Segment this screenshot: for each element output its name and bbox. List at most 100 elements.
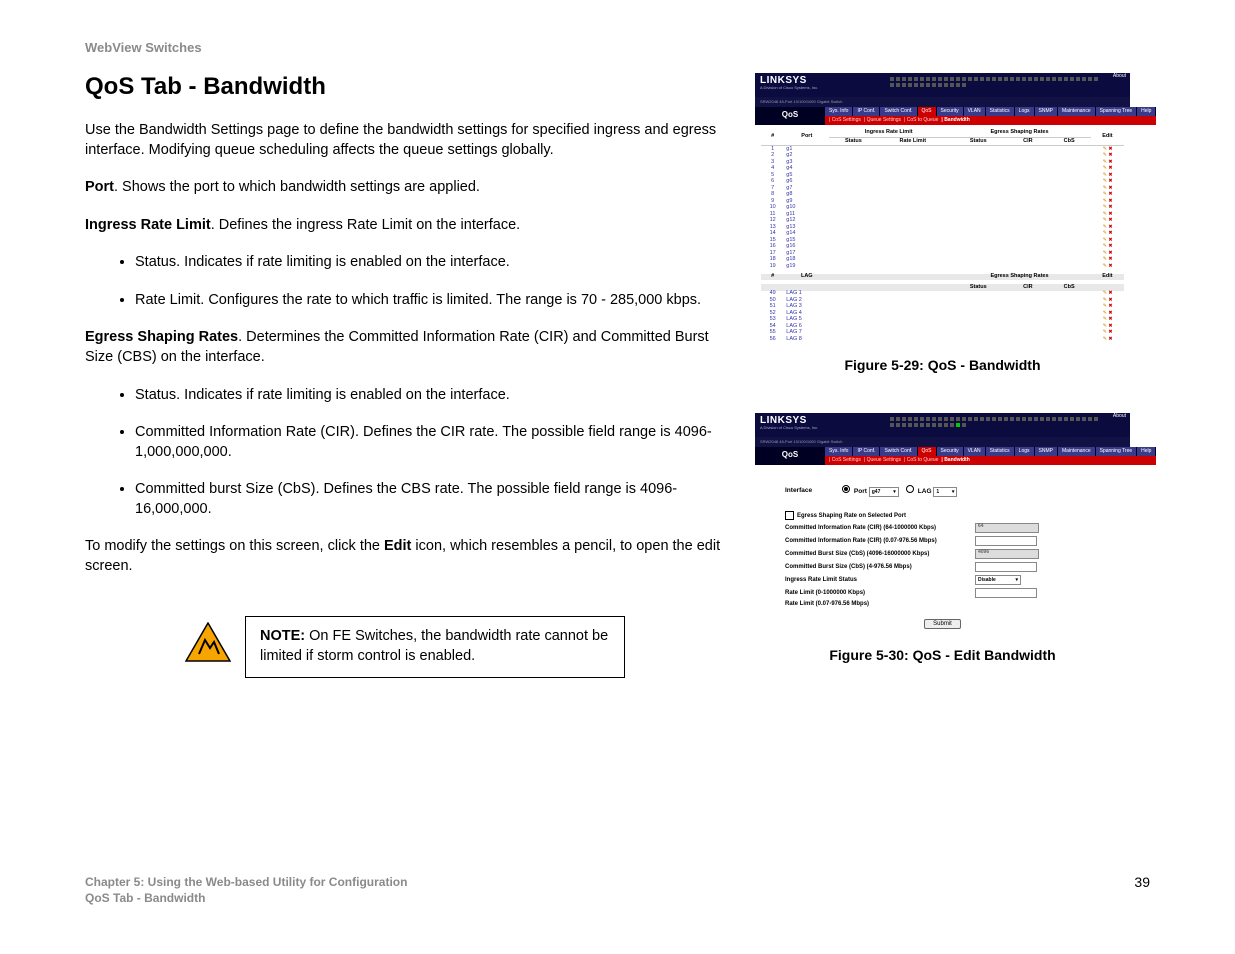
th-irl: Ingress Rate Limit: [829, 129, 948, 137]
delete-icon[interactable]: [1107, 230, 1112, 236]
figure-caption: Figure 5-30: QoS - Edit Bandwidth: [755, 647, 1130, 663]
main-tab[interactable]: Security: [937, 447, 964, 456]
sub-tab[interactable]: | Queue Settings: [864, 118, 901, 123]
main-tab[interactable]: Switch Conf.: [880, 107, 917, 116]
about-link[interactable]: About: [1113, 414, 1126, 419]
lag-radio[interactable]: [906, 485, 914, 493]
main-tab[interactable]: Statistics: [986, 447, 1015, 456]
sub-tab[interactable]: | Bandwidth: [941, 118, 969, 123]
sub-tab[interactable]: | Bandwidth: [941, 458, 969, 463]
main-tab[interactable]: Spanning Tree: [1096, 447, 1138, 456]
delete-icon[interactable]: [1107, 243, 1112, 249]
main-tab[interactable]: Statistics: [986, 107, 1015, 116]
delete-icon[interactable]: [1107, 152, 1112, 158]
th-port: Port: [784, 129, 829, 146]
delete-icon[interactable]: [1107, 217, 1112, 223]
port-label: Port: [85, 179, 114, 195]
main-tab[interactable]: Spanning Tree: [1096, 107, 1138, 116]
delete-icon[interactable]: [1107, 172, 1112, 178]
note-callout: NOTE: On FE Switches, the bandwidth rate…: [185, 616, 725, 677]
modify-pre: To modify the settings on this screen, c…: [85, 538, 384, 554]
main-tab[interactable]: Logs: [1015, 107, 1035, 116]
sub-tab[interactable]: | Queue Settings: [864, 458, 901, 463]
sub-tab[interactable]: | CoS Settings: [829, 118, 861, 123]
table-row: 19g19: [761, 263, 1124, 272]
interface-label: Interface: [785, 488, 812, 495]
main-tab[interactable]: Sys. Info: [825, 447, 853, 456]
main-tab[interactable]: Maintenance: [1058, 107, 1096, 116]
port-radio[interactable]: [842, 485, 850, 493]
modify-bold: Edit: [384, 538, 411, 554]
delete-icon[interactable]: [1107, 336, 1112, 342]
main-tab[interactable]: IP Conf.: [853, 107, 880, 116]
text-input[interactable]: [975, 536, 1037, 546]
delete-icon[interactable]: [1107, 237, 1112, 243]
main-tab[interactable]: Help: [1137, 107, 1156, 116]
main-tab[interactable]: VLAN: [964, 447, 986, 456]
main-tab[interactable]: SNMP: [1035, 107, 1058, 116]
delete-icon[interactable]: [1107, 329, 1112, 335]
ingress-paragraph: Ingress Rate Limit. Defines the ingress …: [85, 216, 725, 236]
text-input[interactable]: [975, 562, 1037, 572]
main-tab[interactable]: SNMP: [1035, 447, 1058, 456]
lag-radio-label: LAG: [918, 488, 932, 495]
sub-tab[interactable]: | CoS Settings: [829, 458, 861, 463]
main-tab[interactable]: QoS: [918, 447, 937, 456]
delete-icon[interactable]: [1107, 165, 1112, 171]
delete-icon[interactable]: [1107, 204, 1112, 210]
delete-icon[interactable]: [1107, 290, 1112, 296]
checkbox[interactable]: [785, 511, 794, 520]
main-tab[interactable]: Sys. Info: [825, 107, 853, 116]
list-item: Committed burst Size (CbS). Defines the …: [135, 480, 725, 519]
text-input-disabled: 64: [975, 523, 1039, 533]
delete-icon[interactable]: [1107, 185, 1112, 191]
delete-icon[interactable]: [1107, 310, 1112, 316]
main-tab[interactable]: Help: [1137, 447, 1156, 456]
lag-select[interactable]: 1: [933, 487, 957, 497]
port-select[interactable]: g47: [869, 487, 899, 497]
sub-tabs: | CoS Settings | Queue Settings | CoS to…: [825, 456, 1156, 465]
form-row: Committed Information Rate (CIR) (64-100…: [785, 523, 1100, 533]
text-input[interactable]: [975, 588, 1037, 598]
delete-icon[interactable]: [1107, 178, 1112, 184]
delete-icon[interactable]: [1107, 224, 1112, 230]
running-header: WebView Switches: [85, 40, 1150, 55]
delete-icon[interactable]: [1107, 263, 1112, 269]
main-tab[interactable]: Maintenance: [1058, 447, 1096, 456]
delete-icon[interactable]: [1107, 191, 1112, 197]
model-label: SRW2048 48-Port 10/100/1000 Gigabit Swit…: [755, 97, 1130, 107]
form-row: Rate Limit (0.07-976.56 Mbps): [785, 601, 1100, 607]
qos-section-label: QoS: [755, 107, 825, 125]
ingress-text: . Defines the ingress Rate Limit on the …: [211, 217, 521, 233]
sub-tab[interactable]: | CoS to Queue: [904, 458, 938, 463]
main-tab[interactable]: IP Conf.: [853, 447, 880, 456]
egress-paragraph: Egress Shaping Rates. Determines the Com…: [85, 328, 725, 367]
main-tab[interactable]: Security: [937, 107, 964, 116]
main-tab[interactable]: QoS: [918, 107, 937, 116]
delete-icon[interactable]: [1107, 316, 1112, 322]
main-tab[interactable]: Switch Conf.: [880, 447, 917, 456]
main-tab[interactable]: Logs: [1015, 447, 1035, 456]
delete-icon[interactable]: [1107, 211, 1112, 217]
delete-icon[interactable]: [1107, 297, 1112, 303]
figure-5-30: About LINKSYS A Division of Cisco System…: [755, 413, 1130, 664]
delete-icon[interactable]: [1107, 159, 1112, 165]
sub-tab[interactable]: | CoS to Queue: [904, 118, 938, 123]
about-link[interactable]: About: [1113, 74, 1126, 79]
delete-icon[interactable]: [1107, 323, 1112, 329]
form-row: Rate Limit (0-1000000 Kbps): [785, 588, 1100, 598]
delete-icon[interactable]: [1107, 198, 1112, 204]
page-footer: Chapter 5: Using the Web-based Utility f…: [85, 874, 1150, 906]
form-row: Committed Burst Size (CbS) (4096-1600000…: [785, 549, 1100, 559]
main-tab[interactable]: VLAN: [964, 107, 986, 116]
field-label: Committed Burst Size (CbS) (4096-1600000…: [785, 551, 975, 557]
submit-button[interactable]: Submit: [924, 619, 961, 629]
th-edit: Edit: [1091, 129, 1124, 146]
field-label: Committed Information Rate (CIR) (0.07-9…: [785, 538, 975, 544]
delete-icon[interactable]: [1107, 256, 1112, 262]
select-input[interactable]: Disable: [975, 575, 1021, 585]
delete-icon[interactable]: [1107, 146, 1112, 152]
delete-icon[interactable]: [1107, 250, 1112, 256]
delete-icon[interactable]: [1107, 303, 1112, 309]
egress-bullet-list: Status. Indicates if rate limiting is en…: [85, 386, 725, 520]
